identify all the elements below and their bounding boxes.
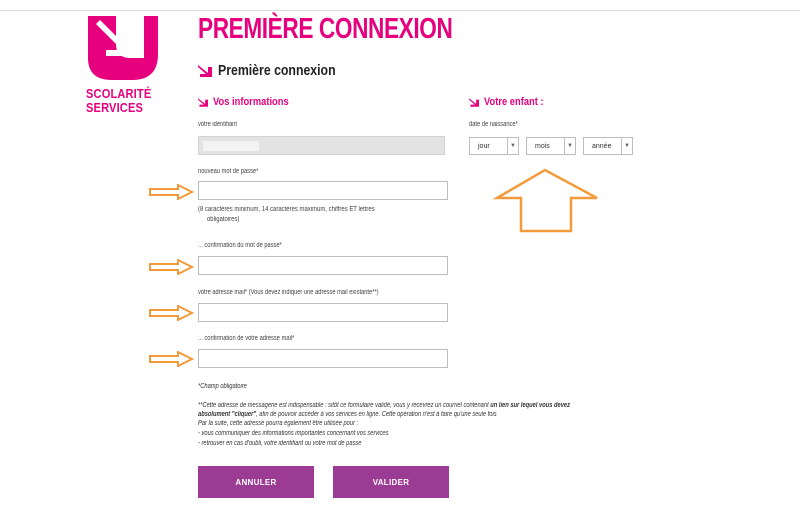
- annotation-up-arrow-icon: [493, 168, 598, 233]
- month-select-value: mois: [535, 142, 550, 150]
- email-note-line2-text: , afin de pouvoir accéder à vos services…: [256, 411, 497, 418]
- confirm-password-input[interactable]: [198, 256, 448, 275]
- identifier-field: [198, 136, 445, 155]
- chevron-down-icon: ▼: [621, 138, 632, 154]
- email-note-line1-text: **Cette adresse de messagerie est indisp…: [198, 402, 491, 409]
- validate-button[interactable]: VALIDER: [333, 466, 449, 498]
- arrow-bullet-icon: [198, 64, 212, 77]
- logo-text: Scolarité Services: [86, 87, 163, 115]
- email-note-line3: Par la suite, cette adresse pourra égale…: [198, 420, 359, 427]
- email-note-line1: **Cette adresse de messagerie est indisp…: [198, 401, 570, 410]
- annotation-arrow-icon: [149, 259, 194, 275]
- identifier-label: votre identifiant: [198, 121, 237, 128]
- password-hint-line1: (8 caractères minimum, 14 caractères max…: [198, 206, 375, 213]
- email-note-line2-bold: absolument "cliquer": [198, 411, 257, 418]
- new-password-input[interactable]: [198, 181, 448, 200]
- arrow-bullet-icon: [198, 97, 208, 107]
- page-title: PREMIÈRE CONNEXION: [198, 13, 453, 45]
- chevron-down-icon: ▼: [564, 138, 575, 154]
- page-subtitle: Première connexion: [218, 62, 336, 79]
- identifier-masked-value: [203, 141, 259, 151]
- day-select-value: jour: [478, 142, 490, 150]
- email-note-line5: - retrouver en cas d'oubli, votre identi…: [198, 440, 362, 447]
- email-label: votre adresse mail* (Vous devez indiquer…: [198, 289, 379, 296]
- email-input[interactable]: [198, 303, 448, 322]
- required-note: *Champ obligatoire: [198, 383, 247, 390]
- year-select[interactable]: année ▼: [583, 137, 633, 155]
- annotation-arrow-icon: [149, 184, 194, 200]
- confirm-email-label: ... confirmation de votre adresse mail*: [198, 335, 295, 342]
- info-section-heading: Vos informations: [198, 96, 302, 108]
- password-hint-line2: obligatoires): [207, 216, 240, 223]
- annotation-arrow-icon: [149, 305, 194, 321]
- chevron-down-icon: ▼: [507, 138, 518, 154]
- birthdate-label: date de naissance*: [469, 121, 518, 128]
- logo-line1: Scolarité: [86, 86, 152, 101]
- month-select[interactable]: mois ▼: [526, 137, 576, 155]
- annotation-arrow-icon: [149, 351, 194, 367]
- logo-line2: Services: [86, 100, 144, 115]
- top-divider: [0, 10, 800, 11]
- subtitle-row: Première connexion: [198, 62, 361, 79]
- day-select[interactable]: jour ▼: [469, 137, 519, 155]
- email-note-line2: absolument "cliquer", afin de pouvoir ac…: [198, 410, 497, 419]
- new-password-label: nouveau mot de passe*: [198, 168, 259, 175]
- scolarite-logo-icon: [88, 16, 158, 80]
- arrow-bullet-icon: [469, 97, 479, 107]
- confirm-email-input[interactable]: [198, 349, 448, 368]
- year-select-value: année: [592, 142, 612, 150]
- child-section-heading: Votre enfant :: [469, 96, 554, 108]
- cancel-button[interactable]: ANNULER: [198, 466, 314, 498]
- info-heading-text: Vos informations: [213, 96, 289, 108]
- confirm-password-label: ... confirmation du mot de passe*: [198, 242, 282, 249]
- child-heading-text: Votre enfant :: [484, 96, 544, 108]
- email-note-line4: - vous communiquer des informations impo…: [198, 430, 389, 437]
- email-note-line1-bold: un lien sur lequel vous devez: [490, 402, 570, 409]
